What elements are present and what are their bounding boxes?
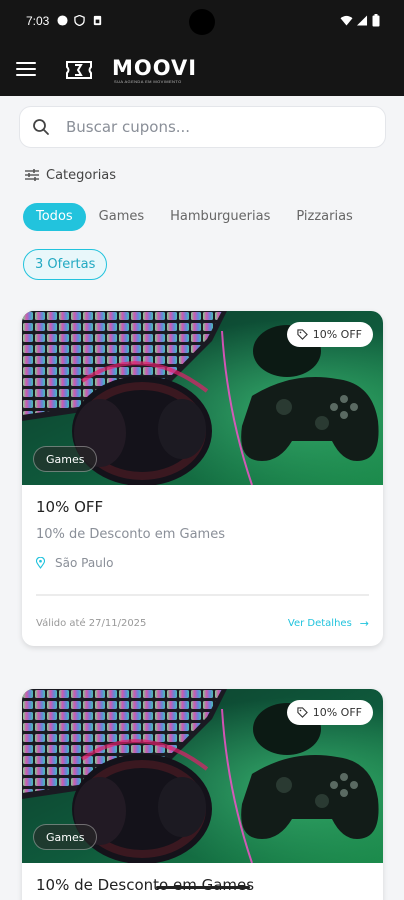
signal-icon bbox=[356, 15, 368, 26]
location-pin-icon bbox=[36, 557, 45, 569]
coupon-image: 10% OFF Games bbox=[22, 311, 383, 485]
offers-count-badge: 3 Ofertas bbox=[23, 249, 108, 280]
category-tag: Games bbox=[33, 824, 98, 850]
notification-icon bbox=[57, 15, 68, 26]
arrow-right-icon: → bbox=[359, 617, 369, 630]
app-logo-tagline: SUA AGENDA EM MOVIMENTO bbox=[114, 79, 182, 84]
search-bar[interactable]: Buscar cupons... bbox=[19, 106, 386, 148]
coupon-card[interactable]: 10% OFF Games 10% de Desconto em Games bbox=[22, 689, 383, 900]
chip-pizzarias[interactable]: Pizzarias bbox=[283, 203, 365, 231]
app-logo: MOOVI bbox=[112, 56, 198, 80]
category-tag: Games bbox=[33, 446, 98, 472]
card-divider bbox=[36, 594, 369, 596]
app-bar: MOOVI SUA AGENDA EM MOVIMENTO bbox=[0, 44, 404, 96]
chip-hamburguerias[interactable]: Hamburguerias bbox=[157, 203, 283, 231]
status-time: 7:03 bbox=[26, 14, 50, 28]
chip-games[interactable]: Games bbox=[86, 203, 157, 231]
sim-icon bbox=[93, 15, 102, 26]
search-input[interactable]: Buscar cupons... bbox=[66, 118, 190, 136]
category-chips: Todos Games Hamburguerias Pizzarias bbox=[23, 203, 366, 231]
view-details-label: Ver Detalhes bbox=[287, 618, 352, 629]
coupon-image: 10% OFF Games bbox=[22, 689, 383, 863]
categories-label: Categorias bbox=[46, 167, 117, 183]
discount-badge: 10% OFF bbox=[286, 700, 373, 725]
wifi-icon bbox=[340, 15, 353, 26]
home-indicator bbox=[156, 886, 250, 889]
menu-icon[interactable] bbox=[16, 62, 36, 78]
coupon-title: 10% OFF bbox=[36, 498, 104, 516]
coupon-card[interactable]: 10% OFF Games 10% OFF 10% de Desconto em… bbox=[22, 311, 383, 646]
ticket-logo-icon bbox=[66, 61, 92, 79]
discount-badge-text: 10% OFF bbox=[312, 706, 362, 719]
coupon-subtitle: 10% de Desconto em Games bbox=[36, 527, 225, 542]
coupon-valid-until: Válido até 27/11/2025 bbox=[36, 618, 147, 629]
chip-todos[interactable]: Todos bbox=[23, 203, 86, 231]
shield-icon bbox=[74, 15, 85, 26]
battery-icon bbox=[372, 14, 380, 27]
camera-cutout bbox=[189, 9, 215, 35]
discount-badge: 10% OFF bbox=[286, 322, 373, 347]
tag-icon bbox=[297, 707, 308, 718]
categories-toggle[interactable]: Categorias bbox=[24, 166, 116, 184]
coupon-location-text: São Paulo bbox=[55, 556, 114, 570]
view-details-link[interactable]: Ver Detalhes → bbox=[288, 617, 369, 630]
status-bar: 7:03 bbox=[0, 0, 404, 44]
coupon-location: São Paulo bbox=[36, 556, 113, 570]
tag-icon bbox=[297, 329, 308, 340]
discount-badge-text: 10% OFF bbox=[312, 328, 362, 341]
search-icon bbox=[33, 119, 49, 135]
filter-sliders-icon bbox=[25, 169, 39, 181]
coupon-title: 10% de Desconto em Games bbox=[36, 876, 255, 894]
